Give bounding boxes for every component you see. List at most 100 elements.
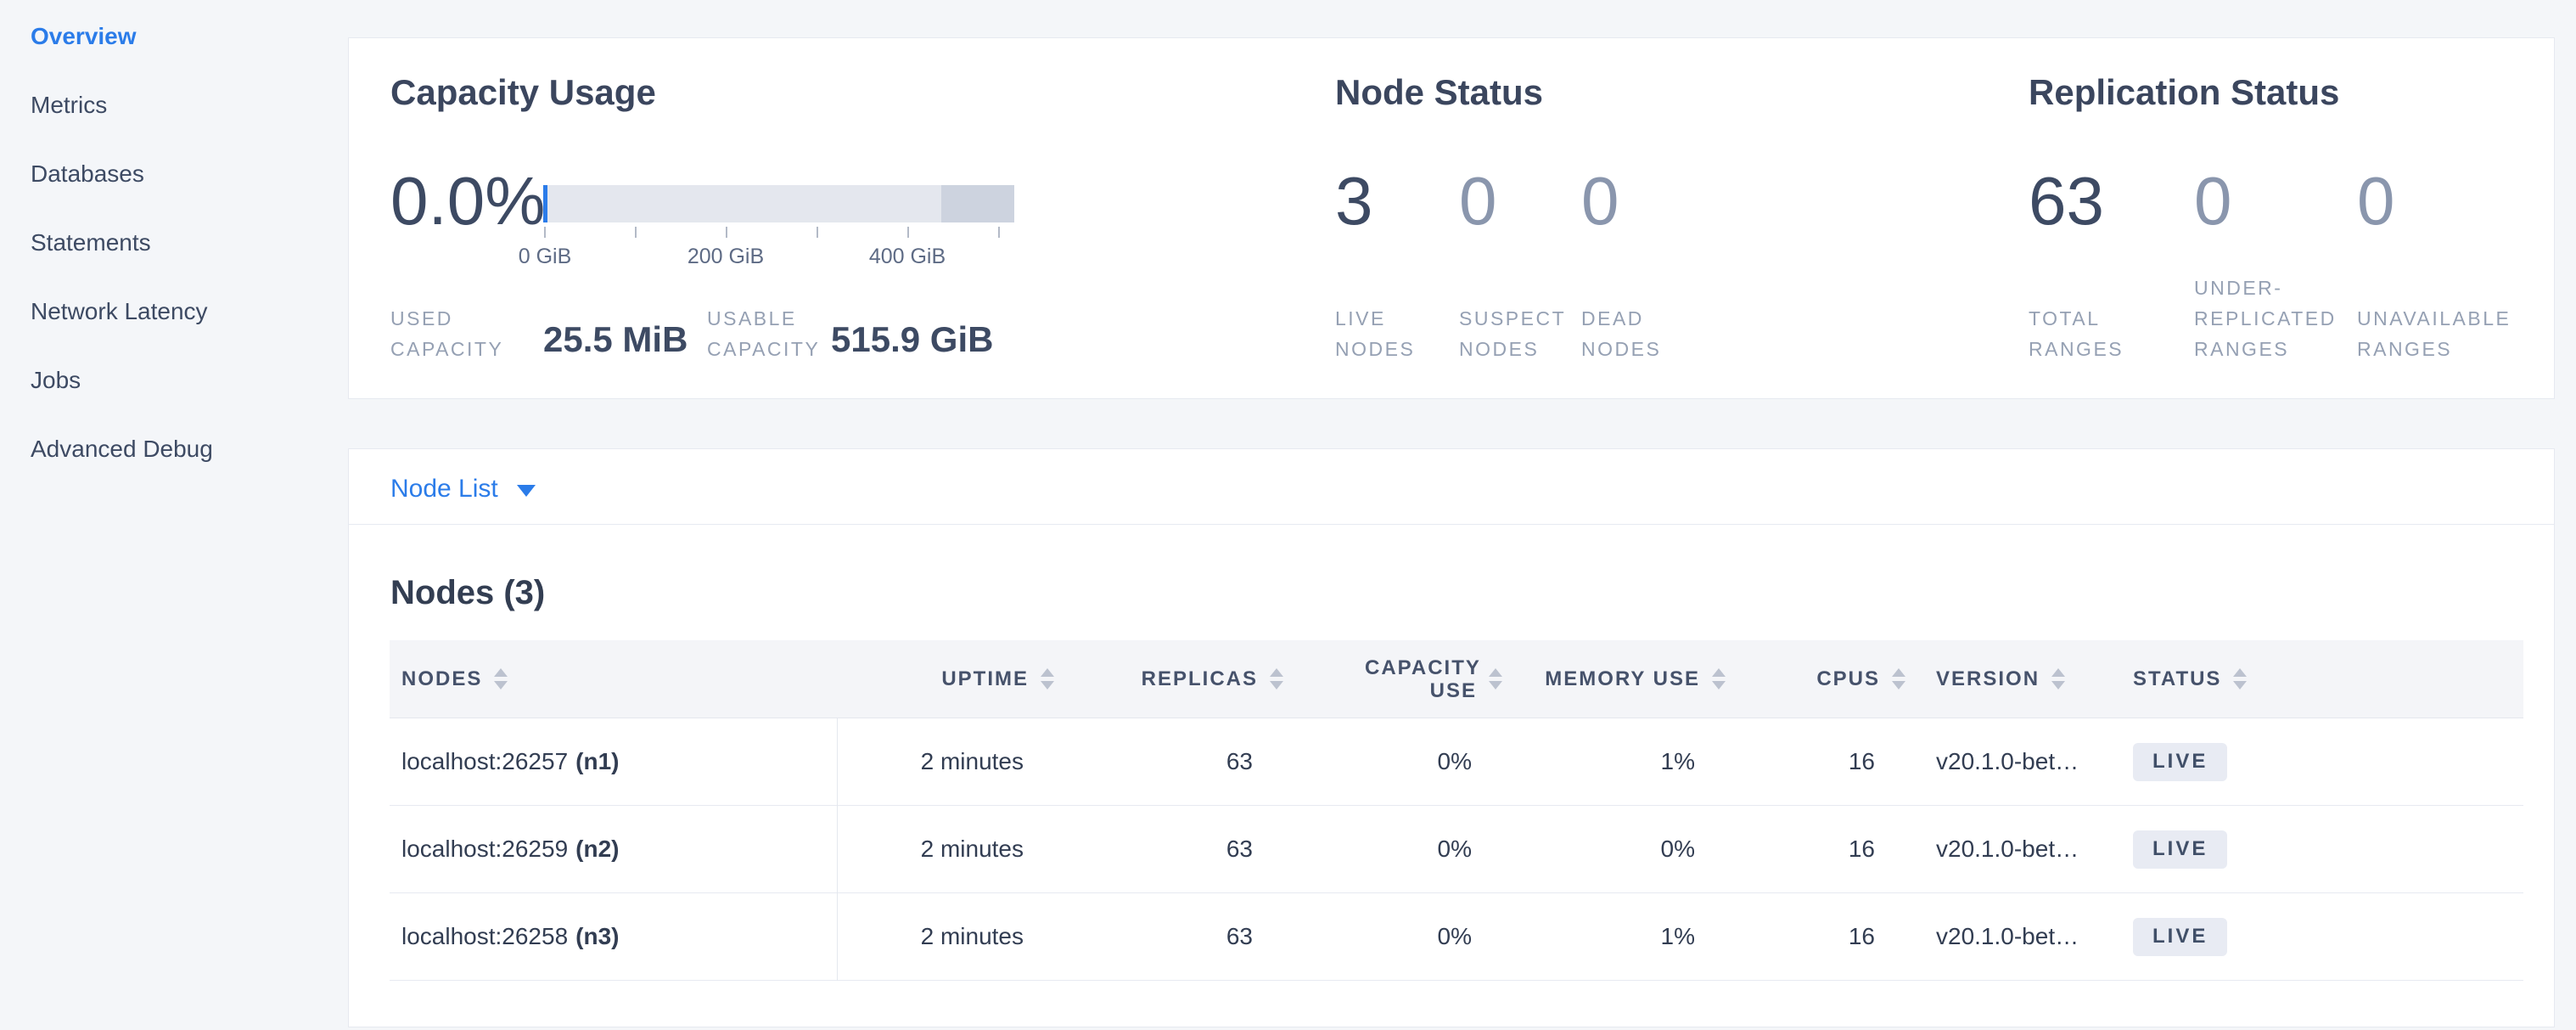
column-header-status[interactable]: STATUS (2121, 640, 2523, 718)
dead-nodes-value: 0 (1581, 164, 1619, 239)
capacity-use-cell: 0% (1295, 806, 1514, 892)
total-ranges-value: 63 (2029, 164, 2104, 239)
version-cell: v20.1.0-bet… (1917, 806, 2121, 892)
cpus-cell: 16 (1737, 806, 1917, 892)
replicas-cell: 63 (1066, 718, 1295, 805)
memory-use-cell: 0% (1514, 806, 1737, 892)
live-nodes-value: 3 (1335, 164, 1373, 239)
sidebar: Overview Metrics Databases Statements Ne… (0, 0, 348, 1030)
replicas-cell: 63 (1066, 893, 1295, 980)
column-header-capacity-use[interactable]: CAPACITY USE (1295, 640, 1514, 718)
under-replicated-ranges-value: 0 (2194, 164, 2232, 239)
chevron-down-icon (517, 485, 536, 497)
node-address-cell: localhost:26258 (n3) (390, 893, 837, 980)
version-cell: v20.1.0-bet… (1917, 718, 2121, 805)
used-capacity-label: USED CAPACITY (390, 303, 518, 364)
status-badge: LIVE (2133, 830, 2227, 869)
sidebar-item-statements[interactable]: Statements (0, 208, 348, 277)
unavailable-ranges-label: UNAVAILABLE RANGES (2357, 303, 2540, 364)
axis-tick-label: 200 GiB (675, 245, 777, 269)
sidebar-item-metrics[interactable]: Metrics (0, 70, 348, 139)
capacity-bar-used-marker (543, 185, 547, 222)
replication-status-title: Replication Status (2029, 72, 2339, 113)
node-id: (n3) (575, 923, 619, 950)
axis-tick-label: 400 GiB (856, 245, 958, 269)
node-list-card: Node List Nodes (3) NODES UPTIME REPLICA… (348, 448, 2555, 1027)
sidebar-item-network-latency[interactable]: Network Latency (0, 277, 348, 346)
nodes-table-header: NODES UPTIME REPLICAS CAPACITY USE MEMOR… (390, 640, 2523, 718)
status-badge: LIVE (2133, 743, 2227, 781)
live-nodes-label: LIVE NODES (1335, 303, 1437, 364)
node-address-cell: localhost:26259 (n2) (390, 806, 837, 892)
usable-capacity-value: 515.9 GiB (831, 318, 993, 361)
table-row-node-2[interactable]: localhost:26259 (n2) 2 minutes 63 0% 0% … (390, 806, 2523, 893)
axis-tick-label: 0 GiB (494, 245, 596, 269)
uptime-cell: 2 minutes (837, 893, 1066, 980)
dead-nodes-label: DEAD NODES (1581, 303, 1683, 364)
unavailable-ranges-value: 0 (2357, 164, 2395, 239)
capacity-use-cell: 0% (1295, 893, 1514, 980)
sort-icon[interactable] (2233, 668, 2247, 689)
uptime-cell: 2 minutes (837, 718, 1066, 805)
sidebar-item-advanced-debug[interactable]: Advanced Debug (0, 414, 348, 483)
sort-icon[interactable] (1712, 668, 1726, 689)
node-list-selector-label: Node List (390, 475, 498, 504)
sort-icon[interactable] (1270, 668, 1283, 689)
total-ranges-label: TOTAL RANGES (2029, 303, 2143, 364)
cpus-cell: 16 (1737, 893, 1917, 980)
cpus-cell: 16 (1737, 718, 1917, 805)
suspect-nodes-label: SUSPECT NODES (1459, 303, 1578, 364)
memory-use-cell: 1% (1514, 893, 1737, 980)
column-header-replicas[interactable]: REPLICAS (1066, 640, 1295, 718)
version-cell: v20.1.0-bet… (1917, 893, 2121, 980)
status-cell: LIVE (2121, 718, 2523, 805)
suspect-nodes-value: 0 (1459, 164, 1497, 239)
capacity-used-percent: 0.0% (390, 164, 545, 239)
capacity-bar-axis: 0 GiB 200 GiB 400 GiB (543, 227, 1014, 286)
axis-tick (544, 227, 546, 238)
axis-tick (998, 227, 1000, 238)
column-header-memory-use[interactable]: MEMORY USE (1514, 640, 1737, 718)
column-header-nodes[interactable]: NODES (390, 640, 837, 718)
uptime-cell: 2 minutes (837, 806, 1066, 892)
axis-tick (907, 227, 909, 238)
status-badge: LIVE (2133, 918, 2227, 956)
capacity-use-cell: 0% (1295, 718, 1514, 805)
status-cell: LIVE (2121, 893, 2523, 980)
node-id: (n2) (575, 836, 619, 863)
table-row-node-1[interactable]: localhost:26257 (n1) 2 minutes 63 0% 1% … (390, 718, 2523, 806)
node-status-title: Node Status (1335, 72, 1543, 113)
memory-use-cell: 1% (1514, 718, 1737, 805)
node-list-selector[interactable]: Node List (390, 474, 536, 504)
nodes-table: NODES UPTIME REPLICAS CAPACITY USE MEMOR… (390, 640, 2523, 981)
capacity-usage-title: Capacity Usage (390, 72, 656, 113)
axis-tick (635, 227, 637, 238)
sort-icon[interactable] (1041, 668, 1054, 689)
axis-tick (817, 227, 818, 238)
sidebar-item-jobs[interactable]: Jobs (0, 346, 348, 414)
sort-icon[interactable] (1892, 668, 1905, 689)
nodes-table-body: localhost:26257 (n1) 2 minutes 63 0% 1% … (390, 718, 2523, 981)
under-replicated-ranges-label: UNDER-REPLICATED RANGES (2194, 273, 2354, 364)
capacity-bar-chart (543, 185, 1014, 222)
sort-icon[interactable] (1489, 668, 1502, 689)
axis-tick (726, 227, 727, 238)
sort-icon[interactable] (494, 668, 508, 689)
status-cell: LIVE (2121, 806, 2523, 892)
table-row-node-3[interactable]: localhost:26258 (n3) 2 minutes 63 0% 1% … (390, 893, 2523, 981)
usable-capacity-label: USABLE CAPACITY (707, 303, 834, 364)
sort-icon[interactable] (2051, 668, 2065, 689)
sidebar-item-overview[interactable]: Overview (0, 2, 348, 70)
column-header-version[interactable]: VERSION (1917, 640, 2121, 718)
replicas-cell: 63 (1066, 806, 1295, 892)
node-address-cell: localhost:26257 (n1) (390, 718, 837, 805)
nodes-heading: Nodes (3) (390, 572, 545, 613)
used-capacity-value: 25.5 MiB (543, 318, 687, 361)
cluster-summary-card: Capacity Usage 0.0% 0 GiB 200 GiB 400 Gi… (348, 37, 2555, 399)
node-id: (n1) (575, 748, 619, 775)
column-header-uptime[interactable]: UPTIME (837, 640, 1066, 718)
card-divider (349, 524, 2554, 525)
sidebar-item-databases[interactable]: Databases (0, 139, 348, 208)
column-header-cpus[interactable]: CPUS (1737, 640, 1917, 718)
column-divider (837, 718, 838, 981)
